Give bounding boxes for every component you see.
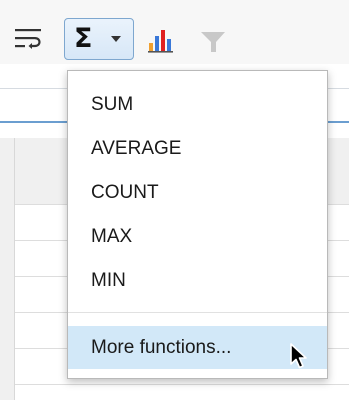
menu-item-average[interactable]: AVERAGE	[68, 129, 327, 169]
wrap-text-icon[interactable]	[14, 26, 44, 52]
row-header-column	[0, 138, 15, 400]
chevron-down-icon	[111, 36, 121, 42]
bar-chart-icon[interactable]	[148, 28, 178, 54]
function-menu: SUM AVERAGE COUNT MAX MIN More functions…	[67, 70, 328, 379]
menu-item-sum[interactable]: SUM	[68, 85, 327, 125]
filter-icon	[200, 30, 228, 54]
mouse-cursor-icon	[289, 342, 313, 372]
menu-item-count[interactable]: COUNT	[68, 173, 327, 213]
sum-button[interactable]: Σ	[64, 18, 134, 60]
menu-separator	[68, 312, 327, 313]
sigma-icon: Σ	[74, 23, 93, 54]
menu-item-max[interactable]: MAX	[68, 217, 327, 257]
divider	[14, 138, 15, 400]
menu-item-min[interactable]: MIN	[68, 261, 327, 301]
toolbar: Σ	[0, 0, 349, 64]
